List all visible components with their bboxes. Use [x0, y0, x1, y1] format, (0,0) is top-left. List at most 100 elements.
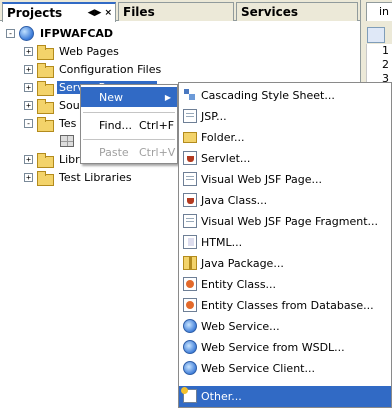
- tree-item-libraries[interactable]: + Libr: [24, 150, 82, 168]
- java-package-icon: [183, 256, 197, 270]
- tree-item-label: Libr: [59, 152, 80, 166]
- html-icon: [183, 235, 197, 249]
- expand-toggle-icon[interactable]: +: [24, 154, 33, 164]
- folder-icon: [37, 116, 54, 132]
- expand-toggle-icon[interactable]: +: [24, 46, 33, 56]
- expand-toggle-icon[interactable]: +: [24, 82, 33, 92]
- tab-projects[interactable]: Projects ◀▶ ×: [2, 2, 116, 22]
- menu-item-paste[interactable]: Paste Ctrl+V: [81, 142, 177, 162]
- submenu-item-web-service[interactable]: Web Service...: [179, 316, 391, 337]
- expand-toggle-icon[interactable]: +: [24, 172, 33, 182]
- line-number: 1: [382, 44, 389, 57]
- submenu-item-wsdl[interactable]: Web Service from WSDL...: [179, 337, 391, 358]
- entity-class-icon: [183, 277, 197, 291]
- submenu-item-label: Java Package...: [201, 257, 284, 270]
- menu-item-new-label: New: [99, 90, 123, 104]
- folder-icon: [37, 152, 54, 168]
- tree-item-label: Test Libraries: [59, 170, 132, 184]
- explorer-tab-bar: Projects ◀▶ × Files Services: [0, 0, 392, 22]
- tab-files-label: Files: [123, 5, 155, 19]
- expand-toggle-icon[interactable]: +: [24, 100, 33, 110]
- submenu-item-label: Visual Web JSF Page Fragment...: [201, 215, 379, 228]
- submenu-item-label: Other...: [201, 390, 242, 403]
- tree-item-label: Configuration Files: [59, 62, 162, 76]
- folder-icon: [37, 80, 54, 96]
- web-service-icon: [183, 319, 197, 333]
- submenu-item-label: Web Service from WSDL...: [201, 341, 345, 354]
- folder-icon: [183, 132, 197, 143]
- submenu-item-label: HTML...: [201, 236, 243, 249]
- tree-root-label: IFPWAFCAD: [40, 26, 114, 40]
- tree-item-test[interactable]: - Tes: [24, 114, 78, 132]
- submenu-item-jsf-page[interactable]: Visual Web JSF Page...: [179, 169, 391, 190]
- tree-item-test-libraries[interactable]: + Test Libraries: [24, 168, 134, 186]
- tree-item-label: Tes: [59, 116, 77, 130]
- submenu-item-java-class[interactable]: Java Class...: [179, 190, 391, 211]
- editor-tab[interactable]: in: [366, 2, 392, 21]
- css-icon: [183, 88, 197, 102]
- menu-item-find-label: Find...: [99, 118, 133, 132]
- tree-item-test-child[interactable]: [60, 132, 78, 150]
- submenu-item-ws-client[interactable]: Web Service Client...: [179, 358, 391, 379]
- menu-separator: [83, 112, 175, 113]
- tab-files[interactable]: Files: [118, 2, 234, 21]
- menu-item-paste-shortcut: Ctrl+V: [139, 145, 176, 159]
- submenu-item-other[interactable]: Other...: [179, 386, 391, 407]
- submenu-item-label: JSP...: [201, 110, 227, 123]
- tree-item-configuration-files[interactable]: + Configuration Files: [24, 60, 163, 78]
- folder-icon: [37, 62, 54, 78]
- submenu-item-html[interactable]: HTML...: [179, 232, 391, 253]
- submenu-item-label: Visual Web JSF Page...: [201, 173, 322, 186]
- tree-item-web-pages[interactable]: + Web Pages: [24, 42, 121, 60]
- jsp-page-icon: [183, 109, 197, 123]
- tree-item-source[interactable]: + Sou: [24, 96, 82, 114]
- other-icon: [181, 387, 197, 403]
- jsf-page-icon: [183, 172, 197, 186]
- servlet-icon: [183, 151, 197, 165]
- submenu-item-label: Servlet...: [201, 152, 251, 165]
- submenu-item-label: Entity Class...: [201, 278, 277, 291]
- menu-item-find[interactable]: Find... Ctrl+F: [81, 115, 177, 135]
- folder-icon: [37, 98, 54, 114]
- folder-icon: [37, 44, 54, 60]
- minimize-icon[interactable]: ◀▶: [88, 8, 102, 18]
- expand-toggle-icon[interactable]: +: [24, 64, 33, 74]
- submenu-item-label: Web Service Client...: [201, 362, 315, 375]
- tree-item-label: Web Pages: [59, 44, 119, 58]
- submenu-item-servlet[interactable]: Servlet...: [179, 148, 391, 169]
- tab-services-label: Services: [241, 5, 299, 19]
- collapse-toggle-icon[interactable]: -: [24, 118, 33, 128]
- submenu-item-jsp[interactable]: JSP...: [179, 106, 391, 127]
- submenu-item-folder[interactable]: Folder...: [179, 127, 391, 148]
- wsdl-icon: [183, 340, 197, 354]
- collapse-toggle-icon[interactable]: -: [6, 28, 15, 38]
- java-class-icon: [183, 193, 197, 207]
- line-number: 2: [382, 58, 389, 71]
- menu-item-new[interactable]: New ▶: [81, 87, 177, 107]
- ws-client-icon: [183, 361, 197, 375]
- web-project-icon: [19, 25, 34, 41]
- new-submenu: Cascading Style Sheet... JSP... Folder..…: [178, 82, 392, 408]
- tab-projects-label: Projects: [7, 6, 63, 20]
- folder-icon: [37, 170, 54, 186]
- submenu-item-label: Cascading Style Sheet...: [201, 89, 335, 102]
- editor-toolbar-icon[interactable]: [367, 27, 385, 43]
- close-icon[interactable]: ×: [104, 8, 112, 18]
- submenu-item-label: Java Class...: [201, 194, 268, 207]
- submenu-item-entity-db[interactable]: Entity Classes from Database...: [179, 295, 391, 316]
- tab-projects-controls: ◀▶ ×: [88, 8, 112, 18]
- submenu-item-java-package[interactable]: Java Package...: [179, 253, 391, 274]
- submenu-item-label: Folder...: [201, 131, 245, 144]
- tree-root-node[interactable]: - IFPWAFCAD: [6, 24, 115, 42]
- submenu-item-css[interactable]: Cascading Style Sheet...: [179, 85, 391, 106]
- menu-item-find-shortcut: Ctrl+F: [139, 118, 175, 132]
- tab-services[interactable]: Services: [236, 2, 358, 21]
- tree-item-label: Sou: [59, 98, 80, 112]
- grid-icon: [60, 135, 74, 147]
- entity-db-icon: [183, 298, 197, 312]
- submenu-item-entity-class[interactable]: Entity Class...: [179, 274, 391, 295]
- submenu-item-label: Web Service...: [201, 320, 280, 333]
- menu-separator: [83, 139, 175, 140]
- jsf-fragment-icon: [183, 214, 197, 228]
- submenu-item-jsf-fragment[interactable]: Visual Web JSF Page Fragment...: [179, 211, 391, 232]
